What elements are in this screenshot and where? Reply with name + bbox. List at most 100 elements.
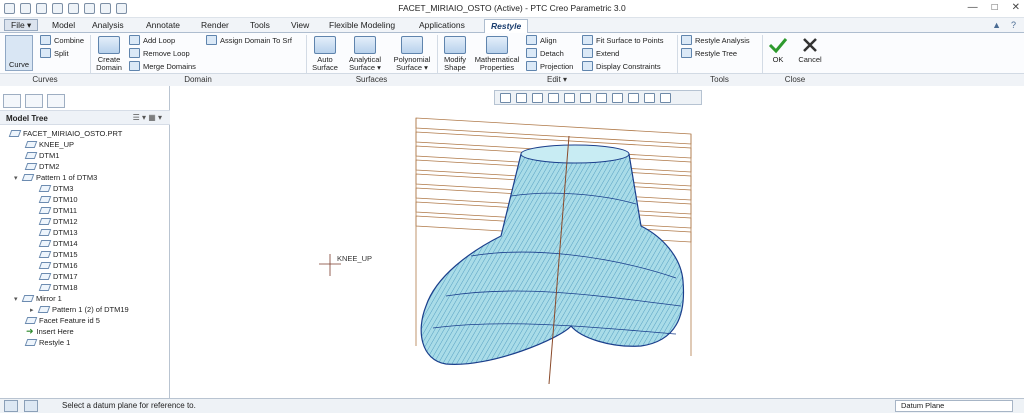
tab-render[interactable]: Render — [195, 19, 235, 33]
tab-flexible-modeling[interactable]: Flexible Modeling — [323, 19, 401, 33]
mathematical-properties-button[interactable]: Mathematical Properties — [473, 36, 521, 72]
polynomial-surface-button[interactable]: Polynomial Surface ▾ — [390, 36, 434, 72]
graphics-area[interactable]: KNEE_UP — [171, 106, 1024, 398]
tree-item-part[interactable]: FACET_MIRIAIO_OSTO.PRT — [8, 128, 122, 139]
model-tree-panel: Model Tree ☰ ▾ ▦ ▾ FACET_MIRIAIO_OSTO.PR… — [0, 86, 170, 398]
tree-item-csys[interactable]: KNEE_UP — [24, 139, 74, 150]
modify-shape-button[interactable]: Modify Shape — [440, 36, 470, 72]
align-button[interactable]: Align — [526, 35, 557, 45]
ribbon-tabs: File ▾ Model Analysis Annotate Render To… — [0, 18, 1024, 33]
tree-item-datum[interactable]: DTM1 — [24, 150, 59, 161]
minimize-ribbon-icon[interactable]: ▲ — [992, 20, 1001, 30]
model-tree-title: Model Tree — [6, 114, 48, 123]
assign-domain-label: Assign Domain To Srf — [220, 35, 292, 45]
tree-item-datum[interactable]: DTM11 — [38, 205, 78, 216]
tree-item-pattern[interactable]: ▾ Pattern 1 of DTM3 — [14, 172, 97, 183]
tree-item-pattern[interactable]: ▸ Pattern 1 (2) of DTM19 — [30, 304, 129, 315]
tree-item-datum[interactable]: DTM18 — [38, 282, 78, 293]
tree-item-label: DTM15 — [53, 250, 78, 259]
show-navigator-icon[interactable] — [4, 400, 18, 412]
display-style-icon[interactable] — [596, 92, 607, 103]
merge-domains-button[interactable]: Merge Domains — [129, 61, 196, 71]
tree-item-datum[interactable]: DTM2 — [24, 161, 59, 172]
tree-item-datum[interactable]: DTM15 — [38, 249, 78, 260]
annotation-display-icon[interactable] — [644, 92, 655, 103]
tab-tools[interactable]: Tools — [244, 19, 276, 33]
saved-views-icon[interactable] — [564, 92, 575, 103]
datum-plane-icon — [38, 262, 52, 269]
remove-loop-label: Remove Loop — [143, 48, 190, 58]
zoom-in-icon[interactable] — [516, 92, 527, 103]
title-bar: FACET_MIRIAIO_OSTO (Active) - PTC Creo P… — [0, 0, 1024, 18]
tree-item-datum[interactable]: DTM12 — [38, 216, 78, 227]
modify-shape-label-2: Shape — [444, 63, 466, 72]
extend-button[interactable]: Extend — [582, 48, 619, 58]
tree-item-datum[interactable]: DTM10 — [38, 194, 78, 205]
analytical-surface-button[interactable]: Analytical Surface ▾ — [344, 36, 386, 72]
restyle-tree-button[interactable]: Restyle Tree — [681, 48, 737, 58]
display-constraints-button[interactable]: Display Constraints — [582, 61, 661, 71]
perspective-icon[interactable] — [612, 92, 623, 103]
view-manager-icon[interactable] — [580, 92, 591, 103]
folder-browser-tab-icon[interactable] — [25, 94, 43, 108]
maximize-icon[interactable]: □ — [992, 2, 998, 13]
show-browser-icon[interactable] — [24, 400, 38, 412]
tab-file[interactable]: File ▾ — [4, 19, 39, 31]
analytical-surface-icon — [354, 36, 376, 54]
selection-filter[interactable]: Datum Plane — [895, 400, 1013, 412]
collapse-arrow-icon[interactable]: ▾ — [14, 174, 20, 182]
restyle-analysis-button[interactable]: Restyle Analysis — [681, 35, 750, 45]
tree-item-insert-here[interactable]: ➜ Insert Here — [26, 326, 74, 337]
curve-button[interactable]: Curve — [5, 35, 33, 71]
fit-surface-button[interactable]: Fit Surface to Points — [582, 35, 664, 45]
ok-button[interactable]: OK — [766, 36, 790, 64]
split-button[interactable]: Split — [40, 48, 69, 58]
tree-item-datum[interactable]: DTM14 — [38, 238, 78, 249]
merge-domains-icon — [129, 61, 140, 71]
model-tree-tab-icon[interactable] — [3, 94, 21, 108]
collapse-arrow-icon[interactable]: ▾ — [14, 295, 20, 303]
create-domain-button[interactable]: Create Domain — [94, 36, 124, 72]
datum-display-icon[interactable] — [628, 92, 639, 103]
combine-button[interactable]: Combine — [40, 35, 84, 45]
tree-item-facet[interactable]: Facet Feature id 5 — [24, 315, 100, 326]
auto-surface-button[interactable]: Auto Surface — [309, 36, 341, 72]
add-loop-button[interactable]: Add Loop — [129, 35, 175, 45]
tree-item-datum[interactable]: DTM16 — [38, 260, 78, 271]
csys-label: KNEE_UP — [337, 254, 372, 263]
projection-button[interactable]: Projection — [526, 61, 573, 71]
restyle-tree-label: Restyle Tree — [695, 48, 738, 58]
repaint-icon[interactable] — [548, 92, 559, 103]
window-controls: — □ ✕ — [968, 2, 1020, 13]
zoom-out-icon[interactable] — [532, 92, 543, 103]
tree-item-mirror[interactable]: ▾ Mirror 1 — [14, 293, 62, 304]
tree-item-datum[interactable]: DTM3 — [38, 183, 73, 194]
tab-analysis[interactable]: Analysis — [86, 19, 130, 33]
refit-icon[interactable] — [500, 92, 511, 103]
spin-center-icon[interactable] — [660, 92, 671, 103]
tab-view[interactable]: View — [285, 19, 315, 33]
tree-item-label: DTM11 — [53, 206, 78, 215]
tab-applications[interactable]: Applications — [413, 19, 471, 33]
group-label-surfaces: Surfaces — [355, 75, 388, 84]
tree-settings-icon[interactable]: ☰ ▾ ▦ ▾ — [133, 113, 162, 122]
assign-domain-button[interactable]: Assign Domain To Srf — [206, 35, 292, 45]
expand-arrow-icon[interactable]: ▸ — [30, 306, 36, 314]
tab-annotate[interactable]: Annotate — [140, 19, 186, 33]
remove-loop-button[interactable]: Remove Loop — [129, 48, 190, 58]
help-icon[interactable]: ? — [1011, 20, 1016, 30]
tree-item-label: Insert Here — [36, 327, 74, 336]
tree-item-datum[interactable]: DTM17 — [38, 271, 78, 282]
tree-item-restyle[interactable]: Restyle 1 — [24, 337, 70, 348]
model-graphics: KNEE_UP — [319, 117, 692, 385]
favorites-tab-icon[interactable] — [47, 94, 65, 108]
merge-domains-label: Merge Domains — [143, 61, 196, 71]
tab-model[interactable]: Model — [46, 19, 81, 33]
detach-button[interactable]: Detach — [526, 48, 564, 58]
tree-item-datum[interactable]: DTM13 — [38, 227, 78, 238]
group-label-edit[interactable]: Edit ▾ — [437, 75, 677, 84]
tab-restyle[interactable]: Restyle — [484, 19, 529, 33]
cancel-button[interactable]: Cancel — [795, 36, 825, 64]
close-icon[interactable]: ✕ — [1012, 2, 1020, 13]
minimize-icon[interactable]: — — [968, 2, 978, 13]
